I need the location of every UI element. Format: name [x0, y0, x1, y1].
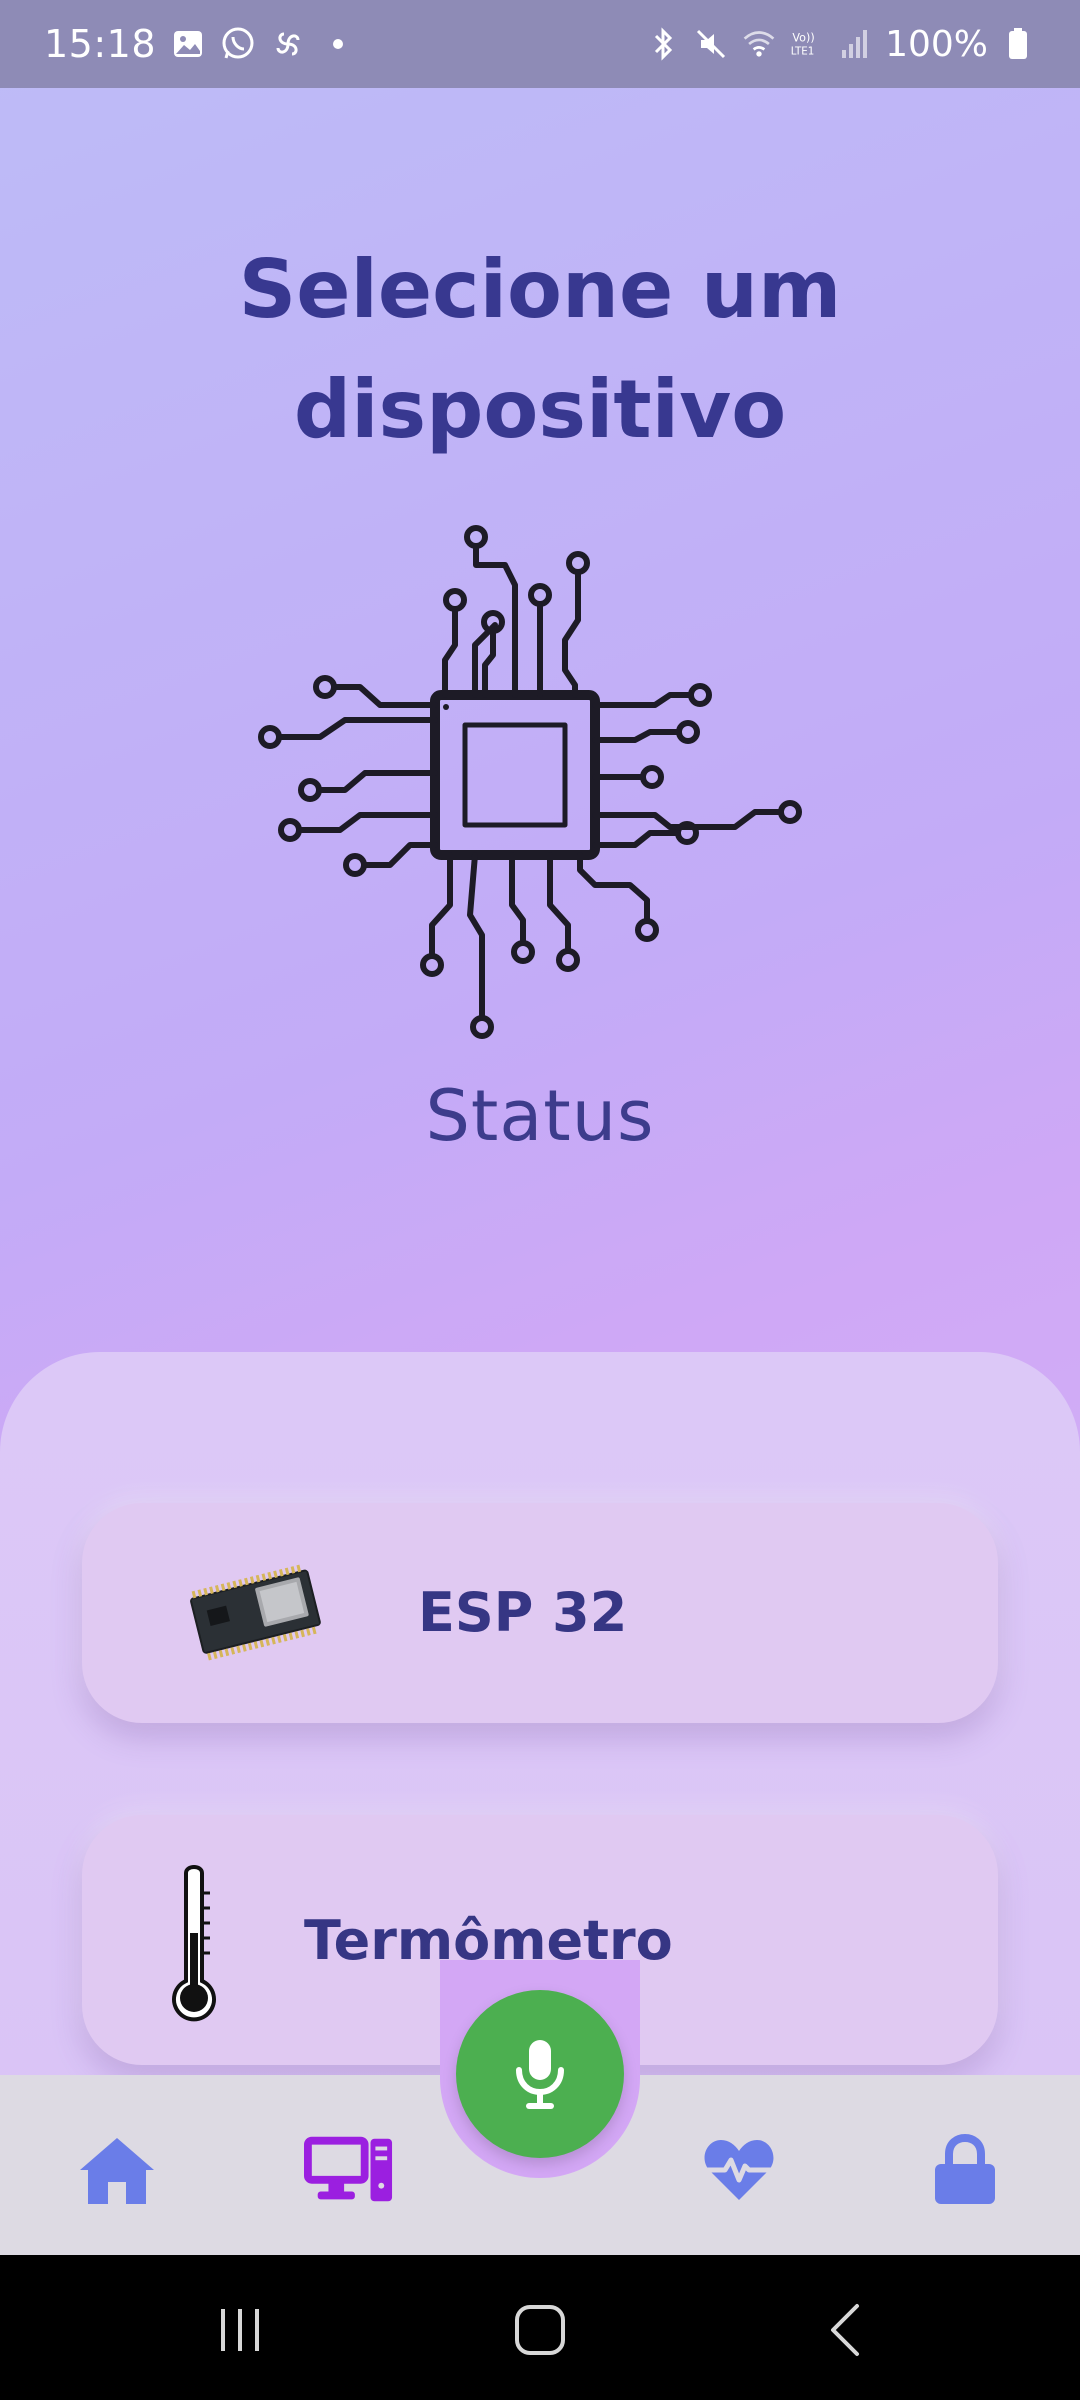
microphone-button[interactable] — [456, 1990, 624, 2158]
circuit-chip-icon — [258, 525, 802, 1039]
signal-icon — [837, 26, 873, 62]
page-title: Selecione um dispositivo — [0, 230, 1080, 470]
back-button[interactable] — [805, 2295, 885, 2365]
nav-home[interactable] — [72, 2130, 162, 2210]
system-home-icon — [515, 2305, 565, 2355]
nav-devices[interactable] — [304, 2130, 394, 2210]
status-right: Vo)) LTE1 100% — [645, 24, 1036, 65]
status-left: 15:18 — [44, 22, 356, 66]
bluetooth-icon — [645, 26, 681, 62]
battery-icon — [1000, 26, 1036, 62]
status-label: Status — [425, 1075, 655, 1157]
whatsapp-icon — [220, 26, 256, 62]
recents-button[interactable] — [200, 2295, 280, 2365]
page-title-line2: dispositivo — [293, 363, 787, 456]
dot-icon — [320, 26, 356, 62]
home-icon — [80, 2138, 154, 2204]
recents-icon — [221, 2309, 259, 2351]
lock-icon — [935, 2134, 995, 2204]
page-title-line1: Selecione um — [238, 243, 842, 336]
status-bar: 15:18 Vo)) LTE1 100% — [0, 0, 1080, 88]
back-icon — [831, 2304, 859, 2356]
system-home-button[interactable] — [500, 2295, 580, 2365]
battery-percent: 100% — [885, 23, 988, 65]
microphone-icon — [516, 2040, 564, 2109]
devices-icon — [304, 2136, 393, 2202]
gallery-icon — [170, 26, 206, 62]
mute-icon — [693, 26, 729, 62]
nav-lock[interactable] — [920, 2130, 1010, 2210]
pinwheel-icon — [270, 26, 306, 62]
svg-text:Vo)): Vo)) — [793, 31, 815, 44]
app-screen: 15:18 Vo)) LTE1 100% Selecione um dispos… — [0, 0, 1080, 2255]
svg-text:LTE1: LTE1 — [791, 45, 815, 57]
wifi-icon — [741, 26, 777, 62]
heart-pulse-icon — [704, 2140, 774, 2200]
esp32-board-icon — [190, 1564, 321, 1661]
device-card-esp32[interactable]: ESP 32 — [82, 1503, 998, 1723]
nav-health[interactable] — [694, 2130, 784, 2210]
status-time: 15:18 — [44, 22, 157, 66]
system-navigation-bar — [0, 2255, 1080, 2400]
device-label-esp32: ESP 32 — [418, 1581, 628, 1644]
thermometer-icon — [172, 1865, 216, 2022]
volte-icon: Vo)) LTE1 — [789, 26, 825, 62]
